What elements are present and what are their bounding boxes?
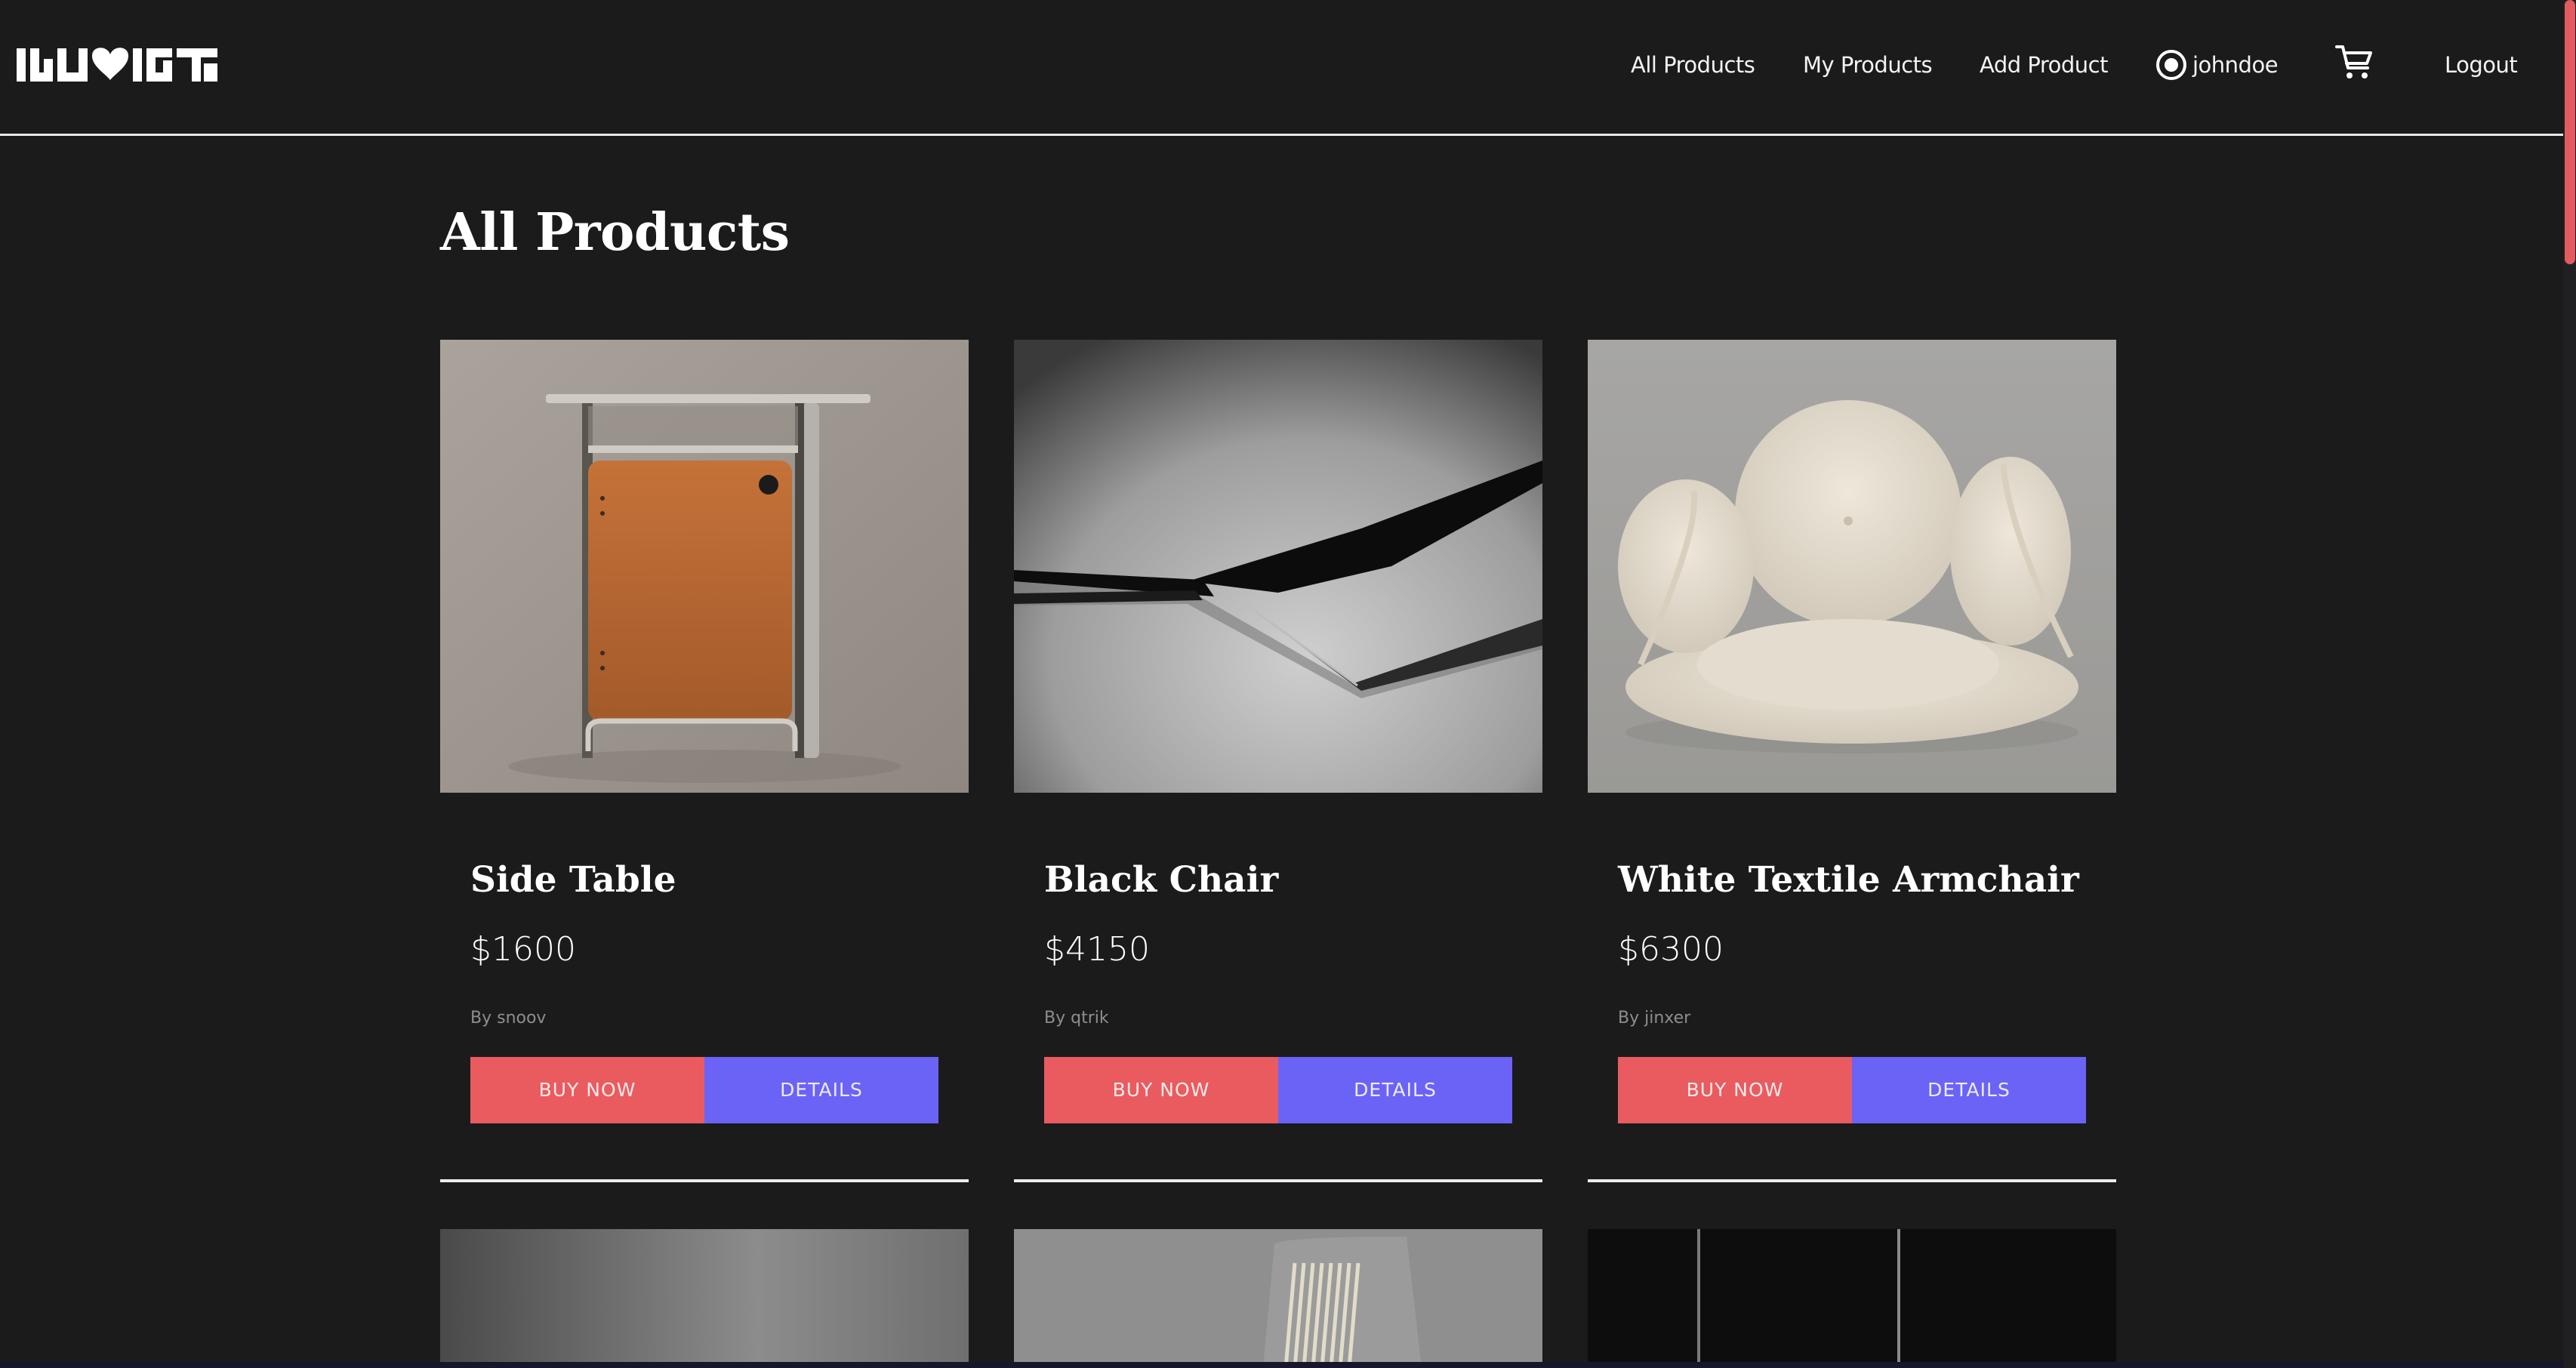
product-image-partial[interactable] <box>440 1229 969 1368</box>
product-actions: BUY NOW DETAILS <box>1044 1057 1512 1123</box>
bottom-edge <box>0 1362 2563 1368</box>
product-price: $1600 <box>470 930 576 969</box>
product-image-black-chair[interactable] <box>1014 340 1542 793</box>
product-actions: BUY NOW DETAILS <box>1618 1057 2086 1123</box>
buy-now-button[interactable]: BUY NOW <box>470 1057 704 1123</box>
product-author: By qtrik <box>1044 1009 1109 1028</box>
product-name[interactable]: Black Chair <box>1044 859 1278 901</box>
buy-now-button[interactable]: BUY NOW <box>1044 1057 1278 1123</box>
product-image-side-table[interactable] <box>440 340 969 793</box>
nav-user-profile[interactable]: johndoe <box>2156 47 2279 83</box>
card-divider <box>1588 1179 2116 1182</box>
top-navbar: All Products My Products Add Product joh… <box>0 0 2563 136</box>
details-button[interactable]: DETAILS <box>704 1057 938 1123</box>
product-image-partial[interactable] <box>1588 1229 2116 1368</box>
buy-now-button[interactable]: BUY NOW <box>1618 1057 1852 1123</box>
cart-button[interactable] <box>2334 41 2374 83</box>
product-author: By jinxer <box>1618 1009 1691 1028</box>
product-name[interactable]: White Textile Armchair <box>1618 859 2079 901</box>
cart-icon <box>2335 45 2372 79</box>
product-image-partial[interactable] <box>1014 1229 1542 1368</box>
product-price: $4150 <box>1044 930 1150 969</box>
product-info: Black Chair $4150 By qtrik BUY NOW DETAI… <box>1014 793 1542 1185</box>
card-divider <box>1014 1179 1542 1182</box>
product-image-white-armchair[interactable] <box>1588 340 2116 793</box>
nav-all-products[interactable]: All Products <box>1631 47 1755 83</box>
user-icon <box>2156 50 2186 80</box>
product-author: By snoov <box>470 1009 547 1028</box>
product-name[interactable]: Side Table <box>470 859 676 901</box>
username-label: johndoe <box>2192 52 2279 78</box>
details-button[interactable]: DETAILS <box>1852 1057 2086 1123</box>
product-info: Side Table $1600 By snoov BUY NOW DETAIL… <box>440 793 969 1185</box>
main-nav: All Products My Products Add Product joh… <box>0 45 2563 83</box>
nav-my-products[interactable]: My Products <box>1803 47 1933 83</box>
nav-logout[interactable]: Logout <box>2445 47 2518 83</box>
page: All Products My Products Add Product joh… <box>0 0 2576 1368</box>
details-button[interactable]: DETAILS <box>1278 1057 1512 1123</box>
product-actions: BUY NOW DETAILS <box>470 1057 938 1123</box>
page-title: All Products <box>440 202 790 263</box>
card-divider <box>440 1179 969 1182</box>
product-info: White Textile Armchair $6300 By jinxer B… <box>1588 793 2116 1185</box>
scrollbar[interactable] <box>2563 0 2576 1368</box>
scrollbar-thumb[interactable] <box>2565 0 2575 264</box>
nav-add-product[interactable]: Add Product <box>1980 47 2108 83</box>
product-price: $6300 <box>1618 930 1724 969</box>
